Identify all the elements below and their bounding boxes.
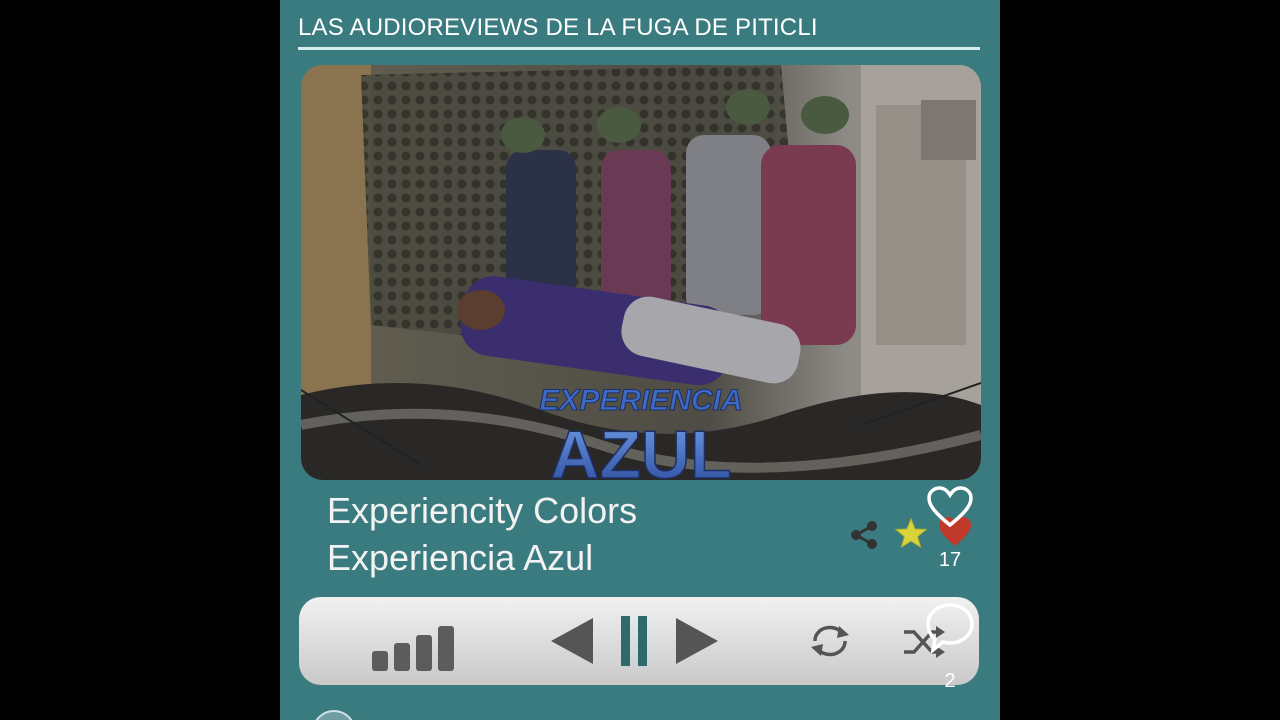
likes-count: 17 [938,549,962,571]
volume-bars-icon[interactable] [372,625,458,678]
track-album: Experiencity Colors [327,490,638,531]
cover-logo-line2: AZUL [550,417,731,480]
star-icon[interactable] [894,517,928,554]
app-panel: LAS AUDIOREVIEWS DE LA FUGA DE PITICLI E… [280,0,1000,720]
header-divider [298,47,980,50]
cover-art: EXPERIENCIA AZUL [301,65,981,480]
player-controls [299,597,979,685]
track-title: Experiencia Azul [327,537,594,578]
cover-logo-line1: EXPERIENCIA [539,384,742,417]
repeat-icon[interactable] [809,622,851,665]
next-icon[interactable] [674,616,720,671]
heart-outline-icon[interactable] [926,485,974,534]
share-icon[interactable] [848,519,880,556]
comments-count: 2 [944,670,956,692]
previous-icon[interactable] [549,616,595,671]
page-title: LAS AUDIOREVIEWS DE LA FUGA DE PITICLI [298,14,818,41]
footer-logo [312,710,356,720]
comment-bubble-icon[interactable] [925,602,975,659]
pause-icon[interactable] [621,616,649,671]
